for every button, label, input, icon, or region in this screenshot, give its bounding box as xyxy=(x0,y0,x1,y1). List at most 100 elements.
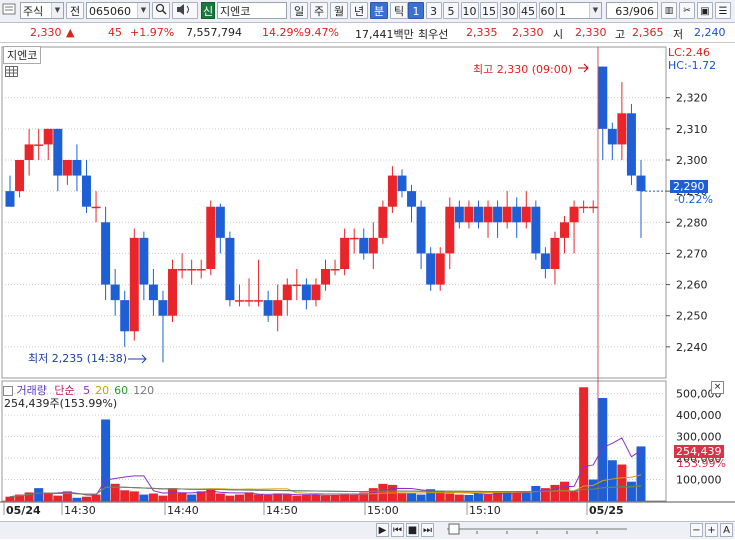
hc-label: HC:-1.72 xyxy=(668,59,717,72)
scroll-slider[interactable] xyxy=(437,523,637,537)
volume-bar xyxy=(617,464,627,501)
volume-bar xyxy=(292,495,302,501)
candle-body xyxy=(292,284,302,287)
x-tick-label: 05/24 xyxy=(6,504,41,517)
search-icon[interactable] xyxy=(152,2,170,19)
candle-body xyxy=(588,206,598,209)
collapse-button[interactable]: × xyxy=(711,381,724,394)
period-button-1[interactable]: 주 xyxy=(310,2,328,19)
candle-body xyxy=(579,206,589,209)
save-icon[interactable]: ▣ xyxy=(697,2,713,19)
volume-bar xyxy=(72,497,82,501)
bars-icon[interactable]: ▥ xyxy=(661,2,677,19)
candle-body xyxy=(34,144,44,146)
stop-button[interactable]: ■ xyxy=(406,523,419,537)
category-select[interactable]: 주식 ▼ xyxy=(20,2,64,19)
scroll-start-button[interactable]: ▶ xyxy=(376,523,389,537)
prefix-button[interactable]: 전 xyxy=(66,2,84,19)
candle-body xyxy=(5,191,15,207)
scroll-end-button[interactable]: ⏭ xyxy=(421,523,434,537)
zoom-out-button[interactable]: − xyxy=(690,523,703,537)
candle-body xyxy=(148,284,158,301)
quote-rate1: 14.29% xyxy=(262,26,304,39)
price-panel-frame xyxy=(1,46,667,379)
price-tick-label: 2,240 xyxy=(676,341,708,354)
quote-low: 2,240 xyxy=(694,26,726,39)
candle-body xyxy=(359,237,369,254)
tools-icon[interactable]: ✂ xyxy=(679,2,695,19)
interval-button-60[interactable]: 60 xyxy=(538,2,557,19)
candle-body xyxy=(72,160,82,176)
volume-bar xyxy=(148,493,158,501)
volume-bar xyxy=(225,495,235,501)
volume-bar xyxy=(254,494,264,501)
volume-bar xyxy=(454,494,464,501)
volume-tick-label: 400,000 xyxy=(676,409,722,422)
volume-bar xyxy=(43,493,53,501)
candle-body xyxy=(129,237,139,332)
x-tick-label: 05/25 xyxy=(589,504,624,517)
quote-amount: 17,441백만 xyxy=(355,28,414,41)
volume-bar xyxy=(263,494,273,501)
period-button-5[interactable]: 틱 xyxy=(390,2,408,19)
menu-icon[interactable] xyxy=(2,2,18,19)
quote-change-pct: +1.97% xyxy=(130,26,175,39)
stock-name-field[interactable]: 지엔코 xyxy=(217,2,287,19)
chart-area[interactable]: 2,240 2,250 2,260 2,270 2,280 2,290 2,300 2,310… xyxy=(0,43,735,538)
quote-open: 2,330 xyxy=(575,26,607,39)
candle-body xyxy=(387,175,397,207)
candle-body xyxy=(340,237,350,269)
quote-low-label: 저 xyxy=(673,28,684,41)
interval-button-3[interactable]: 3 xyxy=(425,2,442,19)
candle-chart-svg[interactable]: 2,240 2,250 2,260 2,270 2,280 2,290 2,300 2,310… xyxy=(0,43,735,521)
volume-bar xyxy=(139,494,149,501)
price-tick-label: 2,310 xyxy=(676,123,708,136)
volume-bar xyxy=(464,494,474,501)
candle-body xyxy=(607,128,617,145)
period-button-0[interactable]: 일 xyxy=(290,2,308,19)
candle-body xyxy=(569,206,579,223)
candle-body xyxy=(454,206,464,223)
auto-scale-button[interactable]: A xyxy=(720,523,733,537)
interval-button-10[interactable]: 10 xyxy=(460,2,479,19)
category-value: 주식 xyxy=(23,5,44,18)
settings-icon[interactable]: ☰ xyxy=(715,2,731,19)
candle-body xyxy=(531,206,541,254)
candle-body xyxy=(282,284,292,301)
interval-button-15[interactable]: 15 xyxy=(480,2,498,19)
quote-open-label: 시 xyxy=(553,28,564,41)
volume-bar xyxy=(349,494,359,501)
volume-bar xyxy=(550,484,560,501)
candle-body xyxy=(81,175,91,207)
quote-high-label: 고 xyxy=(615,28,626,41)
code-value: 065060 xyxy=(89,5,131,18)
price-tick-label: 2,270 xyxy=(676,247,708,260)
interval-button-45[interactable]: 45 xyxy=(519,2,537,19)
volume-bar xyxy=(521,492,531,501)
interval-button-5[interactable]: 5 xyxy=(443,2,459,19)
period-button-4[interactable]: 분 xyxy=(370,2,388,19)
interval-button-30[interactable]: 30 xyxy=(499,2,518,19)
grid-icon[interactable] xyxy=(5,66,18,80)
quote-best-bid: 2,330 xyxy=(512,26,544,39)
volume-bar xyxy=(579,387,589,501)
interval-button-1[interactable]: 1 xyxy=(408,2,424,19)
candle-body xyxy=(225,237,235,301)
candle-body xyxy=(301,284,311,301)
speaker-icon[interactable] xyxy=(172,2,198,19)
volume-bar xyxy=(598,398,608,501)
candle-body xyxy=(120,300,130,332)
stock-name-tag: 지엔코 xyxy=(3,46,42,64)
candle-body xyxy=(330,269,340,271)
candle-body xyxy=(158,300,168,316)
period-button-2[interactable]: 월 xyxy=(330,2,348,19)
scroll-first-button[interactable]: ⏮ xyxy=(391,523,404,537)
stock-badge: 신 xyxy=(201,2,215,19)
period-button-3[interactable]: 년 xyxy=(350,2,368,19)
candle-body xyxy=(626,113,636,176)
volume-bar xyxy=(636,446,646,501)
interval-input[interactable]: 1 ▼ xyxy=(556,2,602,19)
volume-bar xyxy=(483,494,493,501)
zoom-in-button[interactable]: + xyxy=(705,523,718,537)
code-input[interactable]: 065060 ▼ xyxy=(86,2,150,19)
